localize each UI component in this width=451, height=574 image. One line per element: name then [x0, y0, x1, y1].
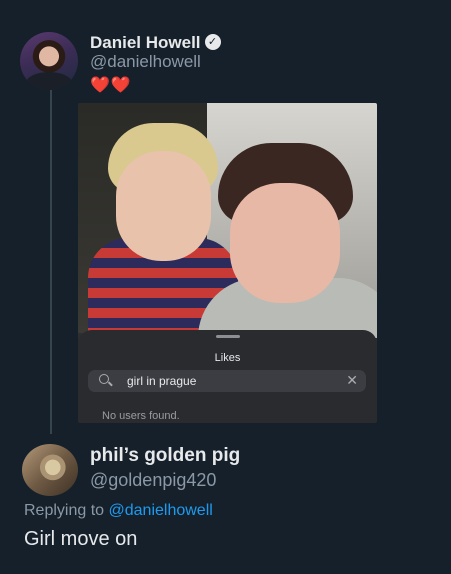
search-icon: [99, 374, 109, 384]
avatar-shirt: [26, 72, 72, 90]
avatar-goldenpig420[interactable]: [22, 444, 78, 496]
display-name-danielhowell[interactable]: Daniel Howell ✓: [90, 33, 221, 53]
replying-to-mention-link[interactable]: @danielhowell: [109, 502, 213, 519]
likes-search-input: girl in prague ✕: [88, 370, 366, 392]
verified-badge-icon: ✓: [204, 33, 221, 50]
search-input-value: girl in prague: [127, 374, 197, 388]
reply-tweet-text: Girl move on: [24, 528, 138, 550]
thread-connector-line: [50, 82, 52, 434]
likes-bottom-sheet: Likes girl in prague ✕ No users found.: [78, 330, 377, 423]
sheet-drag-handle: [216, 335, 240, 338]
photo-person-right: [198, 143, 377, 338]
clear-icon: ✕: [346, 372, 358, 388]
display-name-text: Daniel Howell: [90, 33, 201, 52]
handle-danielhowell[interactable]: @danielhowell: [90, 52, 201, 72]
avatar-danielhowell[interactable]: [20, 32, 78, 90]
tweet-media-image[interactable]: Likes girl in prague ✕ No users found.: [78, 103, 377, 423]
likes-sheet-title: Likes: [214, 352, 241, 364]
display-name-goldenpig420[interactable]: phil’s golden pig: [90, 445, 240, 467]
handle-goldenpig420[interactable]: @goldenpig420: [90, 470, 216, 491]
replying-to-prefix: Replying to: [24, 502, 109, 519]
empty-results-message: No users found.: [102, 410, 180, 422]
replying-to-line: Replying to @danielhowell: [24, 502, 213, 520]
tweet-text-hearts: ❤️❤️: [90, 77, 132, 94]
